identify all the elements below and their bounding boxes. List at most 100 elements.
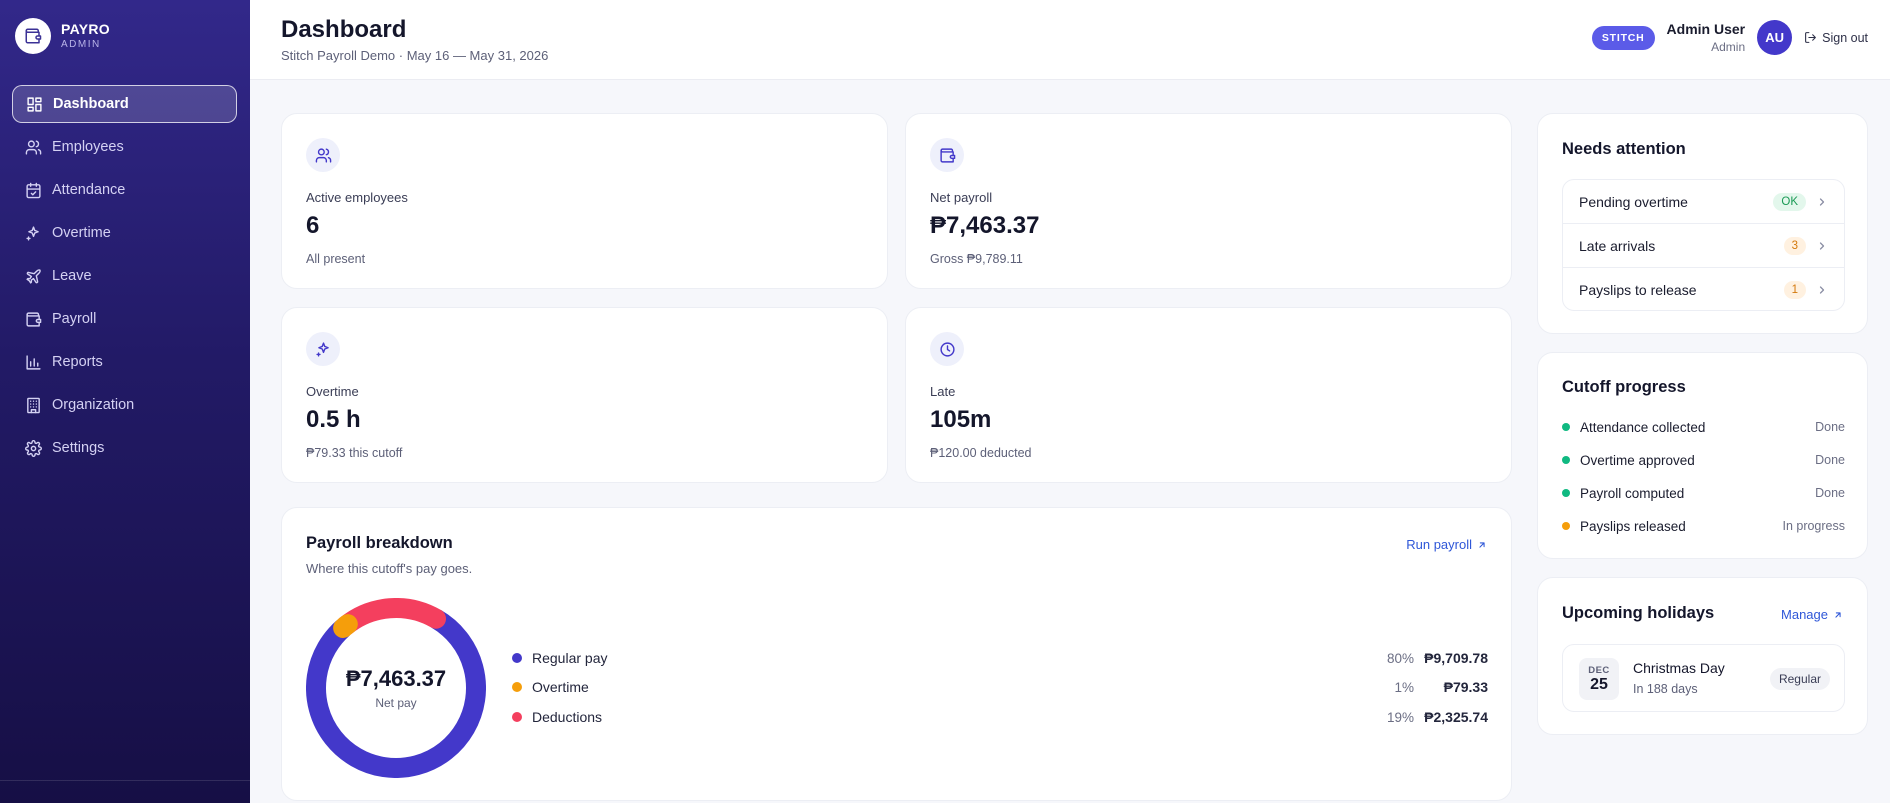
- progress-item-overtime: Overtime approved Done: [1562, 450, 1845, 470]
- legend-row-overtime: Overtime 1% ₱79.33: [512, 676, 1488, 698]
- attention-label: Payslips to release: [1579, 282, 1697, 298]
- sidebar-item-label: Overtime: [52, 225, 111, 241]
- attention-item-late-arrivals[interactable]: Late arrivals 3: [1563, 224, 1844, 268]
- status-dot: [1562, 423, 1570, 431]
- legend-row-regular-pay: Regular pay 80% ₱9,709.78: [512, 647, 1488, 669]
- sidebar-nav: Dashboard Employees Attendance Overtime …: [12, 85, 237, 472]
- progress-item-payroll: Payroll computed Done: [1562, 483, 1845, 503]
- clock-icon: [930, 332, 964, 366]
- stat-label: Active employees: [306, 190, 408, 205]
- holiday-type-badge: Regular: [1769, 668, 1830, 690]
- page-title: Dashboard: [281, 16, 407, 43]
- sidebar-item-leave[interactable]: Leave: [12, 257, 237, 295]
- grid-icon: [25, 95, 43, 113]
- org-badge: STITCH: [1591, 25, 1655, 50]
- brand-role: ADMIN: [61, 39, 101, 50]
- attention-item-payslips-to-release[interactable]: Payslips to release 1: [1563, 268, 1844, 310]
- page-subtitle: Stitch Payroll Demo · May 16 — May 31, 2…: [281, 48, 549, 63]
- donut-center: ₱7,463.37 Net pay: [306, 598, 486, 778]
- sidebar-item-reports[interactable]: Reports: [12, 343, 237, 381]
- attention-list: Pending overtime OK Late arrivals 3 Pays…: [1562, 179, 1845, 311]
- sidebar: PAYRO ADMIN Dashboard Employees Attendan…: [0, 0, 250, 803]
- count-badge: 3: [1783, 236, 1806, 255]
- breakdown-title: Payroll breakdown: [306, 534, 453, 552]
- holidays-title: Upcoming holidays: [1562, 604, 1715, 622]
- sidebar-divider: [0, 780, 250, 781]
- holiday-item[interactable]: DEC 25 Christmas Day In 188 days Regular: [1562, 644, 1845, 712]
- legend-percent: 1%: [1394, 679, 1414, 695]
- stat-label: Late: [930, 384, 956, 399]
- progress-label: Payslips released: [1580, 518, 1686, 534]
- stat-value: 105m: [930, 406, 992, 433]
- breakdown-legend: Regular pay 80% ₱9,709.78 Overtime 1% ₱7…: [512, 508, 1488, 802]
- sidebar-item-settings[interactable]: Settings: [12, 429, 237, 467]
- wallet-icon: [15, 18, 51, 54]
- stat-card-active-employees: Active employees 6 All present: [281, 113, 888, 289]
- manage-holidays-link[interactable]: Manage: [1781, 607, 1843, 622]
- holiday-date: DEC 25: [1579, 658, 1619, 700]
- legend-dot: [512, 682, 522, 692]
- wallet-icon: [930, 138, 964, 172]
- sidebar-item-employees[interactable]: Employees: [12, 128, 237, 166]
- user-name: Admin User: [1666, 21, 1746, 37]
- sidebar-item-attendance[interactable]: Attendance: [12, 171, 237, 209]
- attention-label: Pending overtime: [1579, 193, 1688, 210]
- stat-card-net-payroll: Net payroll ₱7,463.37 Gross ₱9,789.11: [905, 113, 1512, 289]
- sign-out-button[interactable]: Sign out: [1804, 31, 1868, 45]
- calendar-check-icon: [24, 181, 42, 199]
- users-icon: [306, 138, 340, 172]
- progress-status: Done: [1815, 453, 1845, 467]
- attention-title: Needs attention: [1562, 140, 1686, 158]
- bar-chart-icon: [24, 353, 42, 371]
- progress-label: Overtime approved: [1580, 452, 1695, 468]
- attention-item-pending-overtime[interactable]: Pending overtime OK: [1563, 180, 1844, 224]
- chevron-right-icon: [1819, 286, 1825, 294]
- sign-out-label: Sign out: [1822, 30, 1868, 45]
- plane-icon: [24, 267, 42, 285]
- status-dot: [1562, 489, 1570, 497]
- stat-label: Overtime: [306, 384, 359, 399]
- brand[interactable]: PAYRO ADMIN: [15, 18, 110, 54]
- status-badge: OK: [1773, 192, 1806, 211]
- holiday-countdown: In 188 days: [1633, 682, 1698, 696]
- stat-value: 6: [306, 212, 320, 239]
- stat-note: ₱120.00 deducted: [930, 446, 1032, 460]
- stat-note: ₱79.33 this cutoff: [306, 446, 403, 460]
- sidebar-item-dashboard[interactable]: Dashboard: [12, 85, 237, 123]
- legend-dot: [512, 712, 522, 722]
- status-dot: [1562, 522, 1570, 530]
- sidebar-item-organization[interactable]: Organization: [12, 386, 237, 424]
- sparkles-icon: [306, 332, 340, 366]
- stat-note: Gross ₱9,789.11: [930, 252, 1023, 266]
- sidebar-item-label: Attendance: [52, 182, 126, 198]
- cutoff-title: Cutoff progress: [1562, 378, 1686, 396]
- manage-label: Manage: [1781, 607, 1828, 622]
- stat-card-overtime: Overtime 0.5 h ₱79.33 this cutoff: [281, 307, 888, 483]
- brand-name: PAYRO: [61, 21, 110, 37]
- legend-row-deductions: Deductions 19% ₱2,325.74: [512, 706, 1488, 728]
- legend-label: Deductions: [532, 709, 603, 725]
- status-dot: [1562, 456, 1570, 464]
- holiday-day: 25: [1590, 676, 1608, 693]
- wallet-icon: [24, 310, 42, 328]
- donut-center-label: Net pay: [375, 696, 417, 710]
- holiday-name: Christmas Day: [1633, 660, 1725, 676]
- stat-card-late: Late 105m ₱120.00 deducted: [905, 307, 1512, 483]
- stat-note: All present: [306, 252, 366, 266]
- legend-amount: ₱9,709.78: [1424, 650, 1488, 666]
- payroll-breakdown-card: Payroll breakdown Where this cutoff's pa…: [281, 507, 1512, 801]
- legend-percent: 80%: [1386, 650, 1414, 666]
- stat-label: Net payroll: [930, 190, 993, 205]
- sidebar-item-overtime[interactable]: Overtime: [12, 214, 237, 252]
- needs-attention-card: Needs attention Pending overtime OK Late…: [1537, 113, 1868, 334]
- arrow-up-right-icon: [1835, 611, 1841, 618]
- stat-value: 0.5 h: [306, 406, 361, 433]
- user-info: Admin User Admin: [1667, 21, 1746, 54]
- sidebar-item-payroll[interactable]: Payroll: [12, 300, 237, 338]
- sidebar-item-label: Settings: [52, 440, 105, 456]
- avatar[interactable]: AU: [1757, 20, 1793, 55]
- progress-label: Payroll computed: [1580, 485, 1685, 501]
- upcoming-holidays-card: Upcoming holidays Manage DEC 25 Christma…: [1537, 577, 1868, 735]
- legend-amount: ₱2,325.74: [1424, 709, 1488, 725]
- donut-center-value: ₱7,463.37: [345, 666, 447, 691]
